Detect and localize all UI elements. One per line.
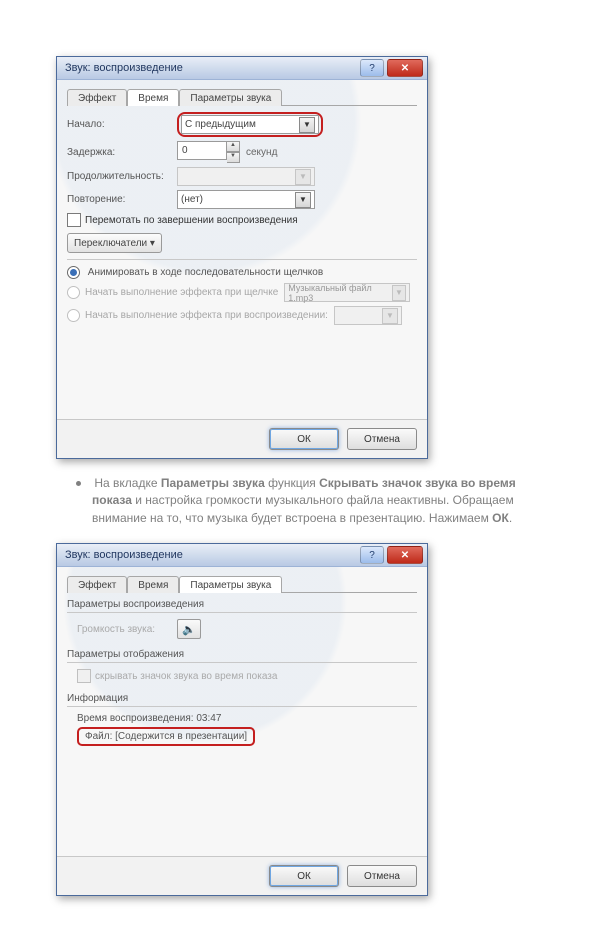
onclick-file-dropdown: Музыкальный файл 1.mp3 ▼ <box>284 283 410 302</box>
onplay-dropdown: ▼ <box>334 306 402 325</box>
label-duration: Продолжительность: <box>67 171 177 182</box>
label-repeat: Повторение: <box>67 194 177 205</box>
start-highlight: С предыдущим ▼ <box>177 112 323 137</box>
label-delay: Задержка: <box>67 147 177 158</box>
label-start: Начало: <box>67 119 177 130</box>
opt-onplay-label: Начать выполнение эффекта при воспроизве… <box>85 310 328 321</box>
bullet-b3: ОК <box>492 511 509 525</box>
tabrow: Эффект Время Параметры звука <box>67 575 417 593</box>
group-info: Информация <box>67 693 417 704</box>
hide-icon-label: скрывать значок звука во время показа <box>95 671 277 682</box>
help-button[interactable]: ? <box>360 546 384 564</box>
playtime-label: Время воспроизведения: <box>77 713 196 724</box>
playtime-value: 03:47 <box>196 713 221 724</box>
doc-bullet: На вкладке Параметры звука функция Скрыв… <box>92 475 539 527</box>
chevron-down-icon: ▼ <box>295 192 311 208</box>
help-button[interactable]: ? <box>360 59 384 77</box>
start-value: С предыдущим <box>185 119 256 130</box>
close-button[interactable]: ✕ <box>387 546 423 564</box>
file-value: [Содержится в презентации] <box>115 731 247 742</box>
onclick-file-value: Музыкальный файл 1.mp3 <box>288 283 388 303</box>
file-label: Файл: <box>85 731 115 742</box>
tabrow: Эффект Время Параметры звука <box>67 88 417 106</box>
dialog-sound-params: Звук: воспроизведение ? ✕ Эффект Время П… <box>56 543 428 896</box>
speaker-icon: 🔈 <box>182 623 196 636</box>
file-highlight: Файл: [Содержится в презентации] <box>77 727 255 746</box>
chevron-down-icon: ▼ <box>392 285 407 301</box>
group-playback: Параметры воспроизведения <box>67 599 417 610</box>
spin-up-icon[interactable]: ▲ <box>227 141 240 152</box>
close-button[interactable]: ✕ <box>387 59 423 77</box>
radio-sequence[interactable] <box>67 266 80 279</box>
cancel-button[interactable]: Отмена <box>347 428 417 450</box>
dialog-sound-time: Звук: воспроизведение ? ✕ Эффект Время П… <box>56 56 428 459</box>
chevron-down-icon: ▼ <box>382 308 398 324</box>
volume-label: Громкость звука: <box>77 624 177 635</box>
repeat-value: (нет) <box>181 194 203 205</box>
group-display: Параметры отображения <box>67 649 417 660</box>
delay-value: 0 <box>177 141 227 160</box>
repeat-dropdown[interactable]: (нет) ▼ <box>177 190 315 209</box>
bullet-t1: На вкладке <box>94 476 161 490</box>
chevron-down-icon: ▼ <box>295 169 311 185</box>
chevron-down-icon: ▼ <box>299 117 315 133</box>
titlebar[interactable]: Звук: воспроизведение ? ✕ <box>57 57 427 80</box>
cancel-button[interactable]: Отмена <box>347 865 417 887</box>
opt-onclick-label: Начать выполнение эффекта при щелчке <box>85 287 278 298</box>
delay-spinner[interactable]: 0 ▲▼ <box>177 141 240 163</box>
rewind-checkbox[interactable] <box>67 213 81 227</box>
rewind-label: Перемотать по завершении воспроизведения <box>85 215 298 226</box>
titlebar[interactable]: Звук: воспроизведение ? ✕ <box>57 544 427 567</box>
seconds-label: секунд <box>246 147 277 158</box>
bullet-t2: функция <box>265 476 319 490</box>
window-title: Звук: воспроизведение <box>65 62 360 74</box>
playtime-row: Время воспроизведения: 03:47 <box>77 713 417 724</box>
bullet-t4: . <box>509 511 512 525</box>
tab-effect[interactable]: Эффект <box>67 576 127 593</box>
tab-time[interactable]: Время <box>127 89 179 106</box>
radio-onplay <box>67 309 80 322</box>
tab-sound-params[interactable]: Параметры звука <box>179 89 282 106</box>
volume-button: 🔈 <box>177 619 201 639</box>
bullet-t3: и настройка громкости музыкального файла… <box>92 493 514 524</box>
hide-icon-checkbox <box>77 669 91 683</box>
window-title: Звук: воспроизведение <box>65 549 360 561</box>
ok-button[interactable]: ОК <box>269 865 339 887</box>
switches-button[interactable]: Переключатели ▾ <box>67 233 162 253</box>
tab-effect[interactable]: Эффект <box>67 89 127 106</box>
spin-down-icon[interactable]: ▼ <box>227 152 240 163</box>
start-dropdown[interactable]: С предыдущим ▼ <box>181 115 319 134</box>
opt-sequence-label: Анимировать в ходе последовательности ще… <box>88 267 323 278</box>
bullet-b1: Параметры звука <box>161 476 265 490</box>
duration-dropdown: ▼ <box>177 167 315 186</box>
tab-sound-params[interactable]: Параметры звука <box>179 576 282 593</box>
bullet-dot-icon <box>76 481 81 486</box>
ok-button[interactable]: ОК <box>269 428 339 450</box>
tab-time[interactable]: Время <box>127 576 179 593</box>
radio-onclick <box>67 286 80 299</box>
